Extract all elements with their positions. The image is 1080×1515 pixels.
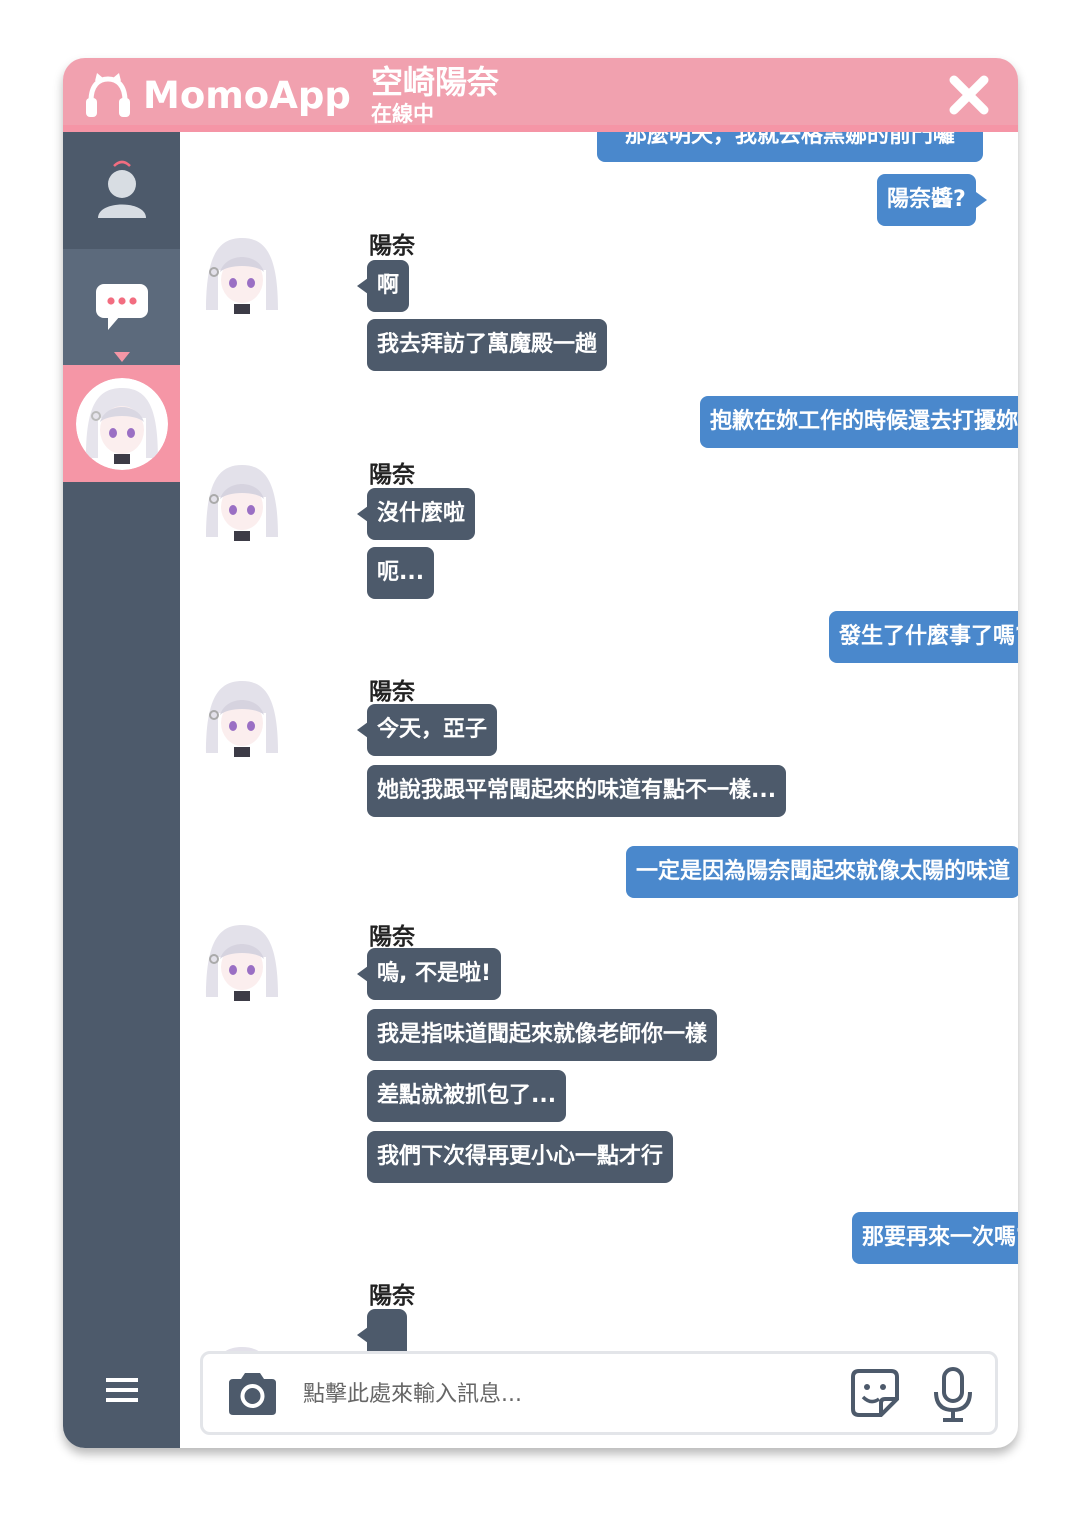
message-outgoing: 陽奈醬?: [877, 174, 987, 226]
contact-avatar: [75, 377, 168, 470]
message-outgoing: 發生了什麼事了嗎?: [829, 611, 1018, 663]
contact-avatar: [198, 673, 286, 761]
sender-name: 陽奈: [369, 1283, 415, 1309]
sticker-icon[interactable]: [849, 1367, 901, 1419]
message-incoming: 她說我跟平常聞起來的味道有點不一樣...: [367, 765, 787, 817]
sender-name: 陽奈: [369, 679, 415, 705]
title-bar: MomoApp 空崎陽奈 在線中: [63, 58, 1018, 132]
message-outgoing: 抱歉在妳工作的時候還去打擾妳: [700, 396, 1018, 448]
message-incoming: 我們下次得再更小心一點才行: [367, 1131, 674, 1183]
app-name: MomoApp: [143, 73, 351, 117]
message-outgoing: 那要再來一次嗎?: [852, 1212, 1018, 1264]
contact-avatar: [198, 457, 286, 545]
sidebar-item-menu[interactable]: [63, 1360, 180, 1420]
hamburger-menu-icon: [105, 1378, 138, 1402]
message-incoming: 差點就被抓包了...: [367, 1070, 567, 1122]
contact-avatar: [198, 230, 286, 318]
user-icon: [97, 160, 146, 218]
message-input[interactable]: [303, 1374, 823, 1414]
camera-icon[interactable]: [225, 1369, 280, 1417]
message-input-bar: [200, 1351, 998, 1435]
contact-avatar: [198, 917, 286, 1005]
message-outgoing: 那麼明天，我就去格黑娜的前門囉: [597, 132, 983, 162]
message-incoming: 沒什麼啦: [356, 488, 476, 540]
contact-status: 在線中: [371, 102, 434, 126]
contact-name: 空崎陽奈: [371, 63, 500, 101]
speech-bubble-icon: [95, 284, 148, 330]
message-incoming: 今天，亞子: [356, 704, 498, 756]
message-incoming: 我去拜訪了萬魔殿一趟: [367, 319, 608, 371]
microphone-icon[interactable]: [931, 1366, 975, 1424]
message-list[interactable]: 那麼明天，我就去格黑娜的前門囉 陽奈醬? 陽奈 啊 我去拜訪了萬魔殿一趟 抱歉在…: [180, 132, 1018, 1448]
sidebar-item-profile[interactable]: [63, 132, 180, 249]
message-outgoing: 一定是因為陽奈聞起來就像太陽的味道: [626, 846, 1018, 898]
chat-window: MomoApp 空崎陽奈 在線中 那麼明天，我就去格黑娜的前門囉 陽奈醬? 陽奈…: [63, 58, 1018, 1448]
cat-headphones-icon: [86, 73, 130, 117]
sidebar-item-chat[interactable]: [63, 249, 180, 365]
message-incoming: 嗚, 不是啦!: [356, 948, 502, 1000]
active-marker: [114, 352, 130, 362]
app-logo: MomoApp: [83, 71, 351, 119]
message-incoming: 啊: [356, 260, 410, 312]
sidebar-item-contact[interactable]: [63, 365, 180, 482]
sender-name: 陽奈: [369, 233, 415, 259]
close-icon[interactable]: [948, 74, 990, 116]
message-incoming: 我是指味道聞起來就像老師你一樣: [367, 1009, 718, 1061]
message-incoming: 呃...: [367, 547, 435, 599]
contact-header: 空崎陽奈 在線中: [371, 62, 499, 126]
sender-name: 陽奈: [369, 462, 415, 488]
sidebar: [63, 132, 180, 1448]
sender-name: 陽奈: [369, 924, 415, 950]
